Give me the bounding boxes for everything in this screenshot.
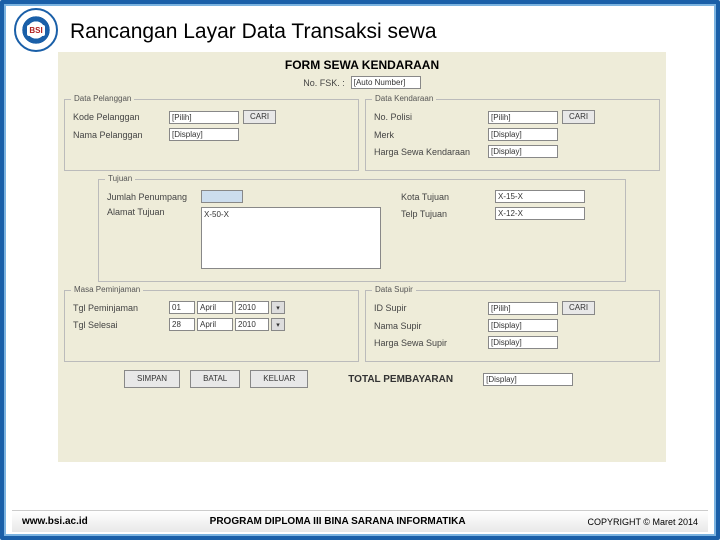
nopol-input[interactable]: [Pilih] <box>488 111 558 124</box>
form-container: FORM SEWA KENDARAAN No. FSK. : [Auto Num… <box>58 52 666 462</box>
footer-program: PROGRAM DIPLOMA III BINA SARANA INFORMAT… <box>210 516 466 527</box>
kendaraan-title: Data Kendaraan <box>372 94 436 103</box>
tgl-pinjam-picker[interactable]: 01 April 2010 ▾ <box>169 301 285 314</box>
tgl-selesai-year[interactable]: 2010 <box>235 318 269 331</box>
pelanggan-group: Data Pelanggan Kode Pelanggan [Pilih] CA… <box>64 99 359 171</box>
tujuan-title: Tujuan <box>105 174 135 183</box>
harga-supir-label: Harga Sewa Supir <box>374 338 484 348</box>
footer-bar: www.bsi.ac.id PROGRAM DIPLOMA III BINA S… <box>12 510 708 532</box>
alamat-tujuan-textarea[interactable]: X-50-X <box>201 207 381 269</box>
cari-pelanggan-button[interactable]: CARI <box>243 110 276 124</box>
kendaraan-group: Data Kendaraan No. Polisi [Pilih] CARI M… <box>365 99 660 171</box>
tgl-selesai-label: Tgl Selesai <box>73 320 165 330</box>
tgl-pinjam-day[interactable]: 01 <box>169 301 195 314</box>
nama-supir-label: Nama Supir <box>374 321 484 331</box>
tgl-selesai-month[interactable]: April <box>197 318 233 331</box>
supir-title: Data Supir <box>372 285 416 294</box>
telp-tujuan-input[interactable]: X-12-X <box>495 207 585 220</box>
jml-penumpang-input[interactable] <box>201 190 243 203</box>
telp-tujuan-label: Telp Tujuan <box>401 209 491 219</box>
chevron-down-icon[interactable]: ▾ <box>271 301 285 314</box>
tgl-pinjam-year[interactable]: 2010 <box>235 301 269 314</box>
nama-pelanggan-label: Nama Pelanggan <box>73 130 165 140</box>
harga-kendaraan-input[interactable]: [Display] <box>488 145 558 158</box>
nopol-label: No. Polisi <box>374 112 484 122</box>
kode-pelanggan-label: Kode Pelanggan <box>73 112 165 122</box>
kota-tujuan-label: Kota Tujuan <box>401 192 491 202</box>
harga-kendaraan-label: Harga Sewa Kendaraan <box>374 147 484 157</box>
chevron-down-icon[interactable]: ▾ <box>271 318 285 331</box>
nama-pelanggan-input[interactable]: [Display] <box>169 128 239 141</box>
page-title: Rancangan Layar Data Transaksi sewa <box>70 20 437 44</box>
nama-supir-input[interactable]: [Display] <box>488 319 558 332</box>
no-fsk-label: No. FSK. : <box>303 78 345 88</box>
tgl-selesai-day[interactable]: 28 <box>169 318 195 331</box>
supir-group: Data Supir ID Supir [Pilih] CARI Nama Su… <box>365 290 660 362</box>
kode-pelanggan-input[interactable]: [Pilih] <box>169 111 239 124</box>
masa-group: Masa Peminjaman Tgl Peminjaman 01 April … <box>64 290 359 362</box>
alamat-tujuan-label: Alamat Tujuan <box>107 207 197 217</box>
no-fsk-input[interactable]: [Auto Number] <box>351 76 421 89</box>
simpan-button[interactable]: SIMPAN <box>124 370 180 388</box>
pelanggan-title: Data Pelanggan <box>71 94 134 103</box>
tujuan-group: Tujuan Jumlah Penumpang Alamat Tujuan X-… <box>98 179 626 282</box>
id-supir-label: ID Supir <box>374 303 484 313</box>
cari-kendaraan-button[interactable]: CARI <box>562 110 595 124</box>
harga-supir-input[interactable]: [Display] <box>488 336 558 349</box>
total-value: [Display] <box>483 373 573 386</box>
no-fsk-row: No. FSK. : [Auto Number] <box>58 76 666 89</box>
id-supir-input[interactable]: [Pilih] <box>488 302 558 315</box>
total-label: TOTAL PEMBAYARAN <box>348 374 453 385</box>
cari-supir-button[interactable]: CARI <box>562 301 595 315</box>
merk-input[interactable]: [Display] <box>488 128 558 141</box>
masa-title: Masa Peminjaman <box>71 285 143 294</box>
jml-penumpang-label: Jumlah Penumpang <box>107 192 197 202</box>
merk-label: Merk <box>374 130 484 140</box>
tgl-selesai-picker[interactable]: 28 April 2010 ▾ <box>169 318 285 331</box>
kota-tujuan-input[interactable]: X-15-X <box>495 190 585 203</box>
batal-button[interactable]: BATAL <box>190 370 240 388</box>
keluar-button[interactable]: KELUAR <box>250 370 308 388</box>
tgl-pinjam-month[interactable]: April <box>197 301 233 314</box>
bsi-logo: BSI <box>14 8 58 52</box>
footer-copyright: COPYRIGHT © Maret 2014 <box>587 517 698 527</box>
tgl-pinjam-label: Tgl Peminjaman <box>73 303 165 313</box>
form-title: FORM SEWA KENDARAAN <box>58 52 666 74</box>
footer-url: www.bsi.ac.id <box>22 516 88 527</box>
